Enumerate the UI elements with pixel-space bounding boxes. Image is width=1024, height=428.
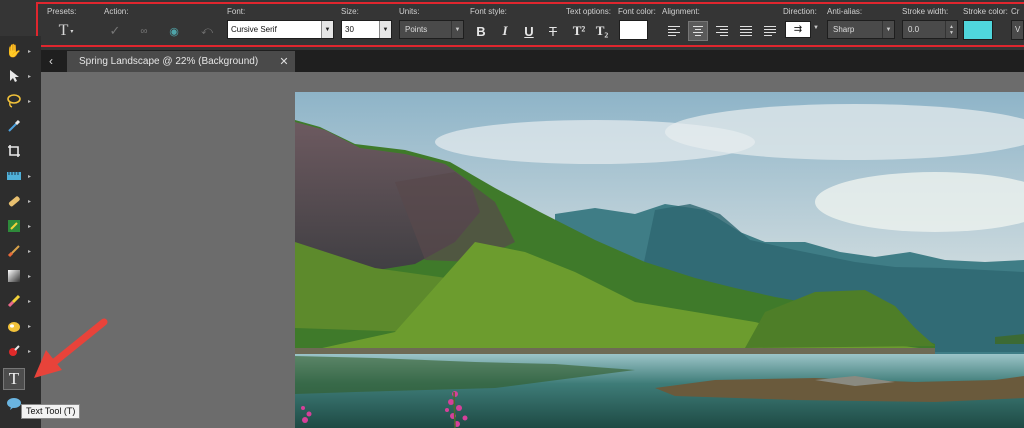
- stroke-width-input[interactable]: 0.0 ▲ ▼: [902, 20, 958, 39]
- direction-label: Direction:: [783, 7, 817, 16]
- tool-flyout-arrow-icon[interactable]: ▸: [28, 298, 31, 305]
- pan-hand-icon[interactable]: ✋: [3, 40, 25, 62]
- stroke-color-label: Stroke color:: [963, 7, 1008, 16]
- units-label: Units:: [399, 7, 420, 16]
- annotation-arrow-icon: [34, 318, 108, 378]
- lasso-icon[interactable]: [3, 90, 25, 112]
- pick-tool-icon[interactable]: [3, 65, 25, 87]
- makeover-bandage-icon[interactable]: [3, 190, 25, 212]
- size-select[interactable]: 30 ▼: [341, 20, 392, 39]
- crop-icon[interactable]: [3, 140, 25, 162]
- bold-button[interactable]: B: [472, 21, 490, 41]
- font-select-value: Cursive Serif: [231, 25, 277, 34]
- subscript-button[interactable]: T₂: [592, 21, 612, 41]
- align-right-button[interactable]: [712, 21, 732, 41]
- straighten-icon[interactable]: [3, 165, 25, 187]
- spinner-icon[interactable]: ▲ ▼: [945, 21, 957, 38]
- tool-flyout-arrow-icon[interactable]: ▸: [28, 248, 31, 255]
- link-icon[interactable]: ∞: [134, 21, 154, 41]
- anti-alias-label: Anti-alias:: [827, 7, 863, 16]
- font-color-label: Font color:: [618, 7, 656, 16]
- font-label: Font:: [227, 7, 246, 16]
- tool-flyout-arrow-icon[interactable]: ▸: [28, 173, 31, 180]
- cancel-icon[interactable]: ⤺: [197, 21, 217, 41]
- text-options-label: Text options:: [566, 7, 611, 16]
- units-select-value: Points: [405, 25, 428, 34]
- chevron-down-icon: ▼: [321, 21, 333, 38]
- document-tab[interactable]: Spring Landscape @ 22% (Background) ✕: [67, 51, 295, 72]
- tool-flyout-arrow-icon[interactable]: ▸: [28, 273, 31, 280]
- italic-button[interactable]: I: [496, 21, 514, 41]
- text-direction-icon[interactable]: ⇉: [785, 21, 811, 38]
- cut-off-button[interactable]: V: [1011, 20, 1024, 40]
- document-tab-title: Spring Landscape @ 22% (Background): [79, 56, 259, 67]
- color-changer-icon[interactable]: [3, 315, 25, 337]
- font-color-swatch[interactable]: [619, 20, 648, 40]
- align-left-button[interactable]: [664, 21, 684, 41]
- tool-options-bar: Presets: T ▾ Action: ✓ ∞ ◉ ⤺ Font: Cursiv…: [0, 0, 1024, 50]
- eye-icon[interactable]: ◉: [164, 21, 184, 41]
- close-icon[interactable]: ✕: [277, 54, 291, 68]
- strikethrough-button[interactable]: T: [544, 21, 562, 41]
- underline-button[interactable]: U: [520, 21, 538, 41]
- justify-button[interactable]: [736, 21, 756, 41]
- units-select[interactable]: Points ▼: [399, 20, 464, 39]
- document-tab-bar: ‹ Spring Landscape @ 22% (Background) ✕: [41, 50, 1024, 72]
- tool-flyout-arrow-icon[interactable]: ▸: [28, 223, 31, 230]
- chevron-left-icon[interactable]: ‹: [44, 52, 58, 70]
- font-style-label: Font style:: [470, 7, 507, 16]
- size-label: Size:: [341, 7, 359, 16]
- text-tool-icon[interactable]: T: [3, 368, 25, 390]
- tool-flyout-arrow-icon[interactable]: ▸: [28, 98, 31, 105]
- font-select[interactable]: Cursive Serif ▼: [227, 20, 334, 39]
- text-tool-tooltip: Text Tool (T): [21, 404, 81, 419]
- clone-icon[interactable]: [3, 215, 25, 237]
- stroke-width-label: Stroke width:: [902, 7, 949, 16]
- tool-flyout-arrow-icon[interactable]: ▸: [28, 198, 31, 205]
- cr-label: Cr: [1011, 7, 1020, 16]
- canvas-workspace[interactable]: [41, 72, 1024, 428]
- anti-alias-select[interactable]: Sharp ▼: [827, 20, 895, 39]
- stroke-width-value: 0.0: [908, 25, 920, 34]
- size-select-value: 30: [345, 25, 354, 34]
- paint-brush-icon[interactable]: [3, 240, 25, 262]
- presets-dropdown-icon[interactable]: T ▾: [56, 21, 76, 41]
- tool-flyout-arrow-icon[interactable]: ▸: [28, 48, 31, 55]
- chevron-down-icon: ▼: [379, 21, 391, 38]
- dropper-icon[interactable]: [3, 115, 25, 137]
- stroke-color-swatch[interactable]: [963, 20, 993, 40]
- justify-all-button[interactable]: [760, 21, 780, 41]
- landscape-photo[interactable]: [295, 92, 1024, 428]
- action-label: Action:: [104, 7, 129, 16]
- eraser-icon[interactable]: [3, 290, 25, 312]
- anti-alias-select-value: Sharp: [833, 25, 855, 34]
- gradient-icon[interactable]: [3, 265, 25, 287]
- align-center-button[interactable]: [688, 21, 708, 41]
- alignment-label: Alignment:: [662, 7, 700, 16]
- chevron-down-icon: ▼: [451, 21, 463, 38]
- red-eye-icon[interactable]: [3, 340, 25, 362]
- presets-label: Presets:: [47, 7, 77, 16]
- tool-flyout-arrow-icon[interactable]: ▸: [28, 73, 31, 80]
- chevron-down-icon[interactable]: ▼: [813, 25, 819, 31]
- chevron-down-icon: ▼: [882, 21, 894, 38]
- apply-check-icon[interactable]: ✓: [105, 21, 125, 41]
- superscript-button[interactable]: T²: [569, 21, 589, 41]
